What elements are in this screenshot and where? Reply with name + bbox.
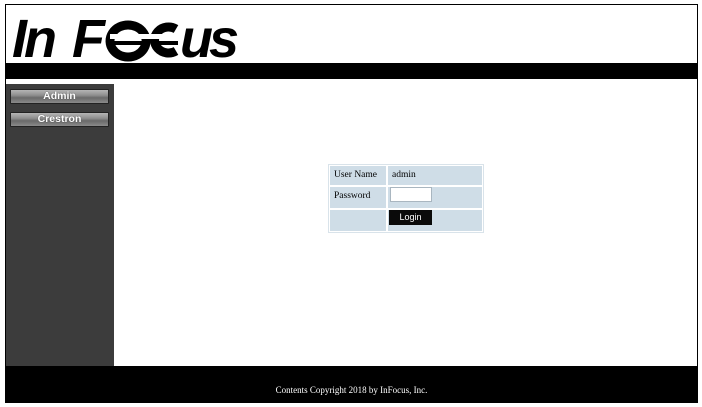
login-form: User Name admin Password Login — [328, 164, 484, 233]
sidebar: Admin Crestron — [6, 84, 114, 366]
username-value: admin — [388, 166, 482, 185]
infocus-logo: In F us — [12, 9, 242, 67]
empty-cell — [330, 210, 386, 231]
login-button[interactable]: Login — [389, 210, 432, 225]
username-label: User Name — [330, 166, 386, 185]
password-label: Password — [330, 187, 386, 208]
logo-c-mark — [150, 22, 180, 58]
svg-text:us: us — [180, 9, 238, 67]
password-input[interactable] — [390, 187, 432, 202]
main-content: User Name admin Password Login — [114, 84, 697, 366]
svg-text:F: F — [72, 9, 107, 67]
header-bar — [6, 63, 697, 79]
sidebar-item-admin[interactable]: Admin — [10, 89, 109, 104]
logo-o-mark — [105, 20, 151, 62]
svg-text:In: In — [12, 9, 55, 67]
app-frame: In F us Admin Crestron User Name admin P… — [5, 4, 698, 403]
copyright-text: Contents Copyright 2018 by InFocus, Inc. — [275, 385, 428, 395]
footer: Contents Copyright 2018 by InFocus, Inc. — [6, 366, 697, 402]
sidebar-item-crestron[interactable]: Crestron — [10, 112, 109, 127]
